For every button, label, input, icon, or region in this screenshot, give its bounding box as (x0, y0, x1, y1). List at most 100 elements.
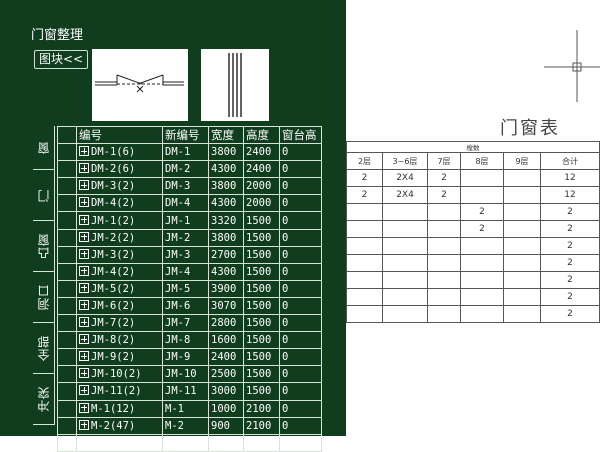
cell-new-code[interactable]: JM-1 (162, 211, 209, 230)
expand-plus-icon[interactable] (79, 419, 89, 430)
table-row[interactable]: DM-4(2) DM-4 4300 2000 0 (57, 194, 322, 213)
cell-sill-height[interactable]: 0 (279, 262, 322, 281)
cell-code[interactable]: JM-11(2) (76, 382, 163, 401)
cell-code[interactable]: M-1(12) (76, 399, 163, 418)
expand-plus-icon[interactable] (79, 146, 89, 157)
cell-new-code[interactable]: M-1 (162, 399, 209, 418)
cell-height[interactable]: 2000 (243, 194, 280, 213)
cell-sill-height[interactable]: 0 (279, 399, 322, 418)
cell-width[interactable]: 3900 (208, 279, 244, 298)
table-row[interactable]: DM-1(6) DM-1 3800 2400 0 (57, 143, 322, 162)
cell-code[interactable]: JM-7(2) (76, 314, 163, 333)
table-row[interactable]: DM-2(6) DM-2 4300 2400 0 (57, 160, 322, 179)
expand-plus-icon[interactable] (79, 317, 89, 328)
expand-plus-icon[interactable] (79, 231, 89, 242)
table-row[interactable]: M-1(12) M-1 1000 2100 0 (57, 399, 322, 418)
table-row[interactable]: JM-11(2) JM-11 3000 1500 0 (57, 382, 322, 401)
block-toggle-button[interactable]: 图块<< (34, 50, 88, 69)
cell-height[interactable]: 1500 (243, 348, 280, 367)
cell-height[interactable]: 2100 (243, 416, 280, 435)
window-preview[interactable] (201, 49, 269, 121)
expand-plus-icon[interactable] (79, 214, 89, 225)
table-row[interactable]: M-2(47) M-2 900 2100 0 (57, 416, 322, 435)
cell-width[interactable]: 1000 (208, 399, 244, 418)
cell-new-code[interactable]: JM-2 (162, 228, 209, 247)
cell-width[interactable]: 3800 (208, 228, 244, 247)
cell-code[interactable]: JM-5(2) (76, 279, 163, 298)
cell-code[interactable]: DM-4(2) (76, 194, 163, 213)
cell-sill-height[interactable]: 0 (279, 416, 322, 435)
cell-sill-height[interactable]: 0 (279, 296, 322, 316)
cell-height[interactable]: 1500 (243, 314, 280, 333)
expand-plus-icon[interactable] (79, 334, 89, 345)
table-row[interactable]: JM-8(2) JM-8 1600 1500 0 (57, 331, 322, 350)
cell-height[interactable]: 1500 (243, 228, 280, 247)
tab-conflict[interactable]: 冲突 (33, 374, 55, 425)
cell-new-code[interactable]: M-3 (162, 433, 209, 452)
cell-new-code[interactable]: M-2 (162, 416, 209, 435)
expand-plus-icon[interactable] (79, 180, 89, 191)
tab-all[interactable]: 全部 (33, 323, 55, 374)
cell-code[interactable]: M-3(11) (76, 433, 163, 452)
cell-code[interactable]: JM-10(2) (76, 365, 163, 384)
table-row[interactable]: JM-9(2) JM-9 2400 1500 0 (57, 348, 322, 367)
cell-height[interactable]: 1500 (243, 296, 280, 316)
cell-new-code[interactable]: JM-9 (162, 348, 209, 367)
tab-opening[interactable]: 洞口 (33, 272, 55, 323)
table-row[interactable]: DM-3(2) DM-3 3800 2000 0 (57, 177, 322, 196)
cell-sill-height[interactable]: 0 (279, 245, 322, 264)
cell-width[interactable]: 3800 (208, 177, 244, 196)
expand-plus-icon[interactable] (79, 299, 89, 310)
cell-new-code[interactable]: JM-7 (162, 314, 209, 333)
cell-sill-height[interactable]: 0 (279, 314, 322, 333)
cell-new-code[interactable]: JM-6 (162, 296, 209, 316)
cell-sill-height[interactable]: 0 (279, 211, 322, 230)
tab-bay-window[interactable]: 凸窗 (33, 221, 55, 272)
cell-width[interactable]: 3070 (208, 296, 244, 316)
table-row[interactable]: JM-2(2) JM-2 3800 1500 0 (57, 228, 322, 247)
cell-new-code[interactable]: JM-8 (162, 331, 209, 350)
cell-height[interactable]: 2100 (243, 433, 280, 452)
cell-new-code[interactable]: JM-10 (162, 365, 209, 384)
expand-plus-icon[interactable] (79, 436, 89, 447)
table-row[interactable]: JM-4(2) JM-4 4300 1500 0 (57, 262, 322, 281)
cell-sill-height[interactable]: 0 (279, 348, 322, 367)
tab-door[interactable]: 门 (33, 170, 55, 221)
cell-new-code[interactable]: JM-4 (162, 262, 209, 281)
cell-new-code[interactable]: DM-2 (162, 160, 209, 179)
cell-code[interactable]: JM-6(2) (76, 296, 163, 316)
tab-window[interactable]: 窗 (33, 126, 55, 170)
cell-height[interactable]: 2000 (243, 177, 280, 196)
cell-sill-height[interactable]: 0 (279, 143, 322, 162)
cell-new-code[interactable]: JM-5 (162, 279, 209, 298)
cell-sill-height[interactable]: 0 (279, 194, 322, 213)
header-sill-height[interactable]: 窗台高 (279, 125, 322, 145)
cell-height[interactable]: 2100 (243, 399, 280, 418)
cell-new-code[interactable]: JM-3 (162, 245, 209, 264)
table-row[interactable]: JM-3(2) JM-3 2700 1500 0 (57, 245, 322, 264)
cell-code[interactable]: JM-2(2) (76, 228, 163, 247)
cell-width[interactable]: 2800 (208, 314, 244, 333)
cell-code[interactable]: JM-8(2) (76, 331, 163, 350)
cell-code[interactable]: DM-3(2) (76, 177, 163, 196)
cell-code[interactable]: DM-2(6) (76, 160, 163, 179)
cell-code[interactable]: JM-9(2) (76, 348, 163, 367)
cell-height[interactable]: 2400 (243, 160, 280, 179)
cell-sill-height[interactable]: 0 (279, 160, 322, 179)
cell-new-code[interactable]: JM-11 (162, 382, 209, 401)
cell-height[interactable]: 1500 (243, 262, 280, 281)
cell-width[interactable]: 2400 (208, 348, 244, 367)
cell-code[interactable]: JM-3(2) (76, 245, 163, 264)
header-code[interactable]: 编号 (76, 125, 163, 145)
cell-height[interactable]: 1500 (243, 365, 280, 384)
expand-plus-icon[interactable] (79, 163, 89, 174)
table-row[interactable]: JM-10(2) JM-10 2500 1500 0 (57, 365, 322, 384)
cell-new-code[interactable]: DM-1 (162, 143, 209, 162)
cell-sill-height[interactable]: 0 (279, 433, 322, 452)
cell-code[interactable]: DM-1(6) (76, 143, 163, 162)
header-new-code[interactable]: 新编号 (162, 125, 209, 145)
table-row[interactable]: JM-5(2) JM-5 3900 1500 0 (57, 279, 322, 298)
cell-sill-height[interactable]: 0 (279, 177, 322, 196)
cell-sill-height[interactable]: 0 (279, 365, 322, 384)
table-row[interactable]: M-3(11) M-3 800 2100 0 (57, 433, 322, 452)
